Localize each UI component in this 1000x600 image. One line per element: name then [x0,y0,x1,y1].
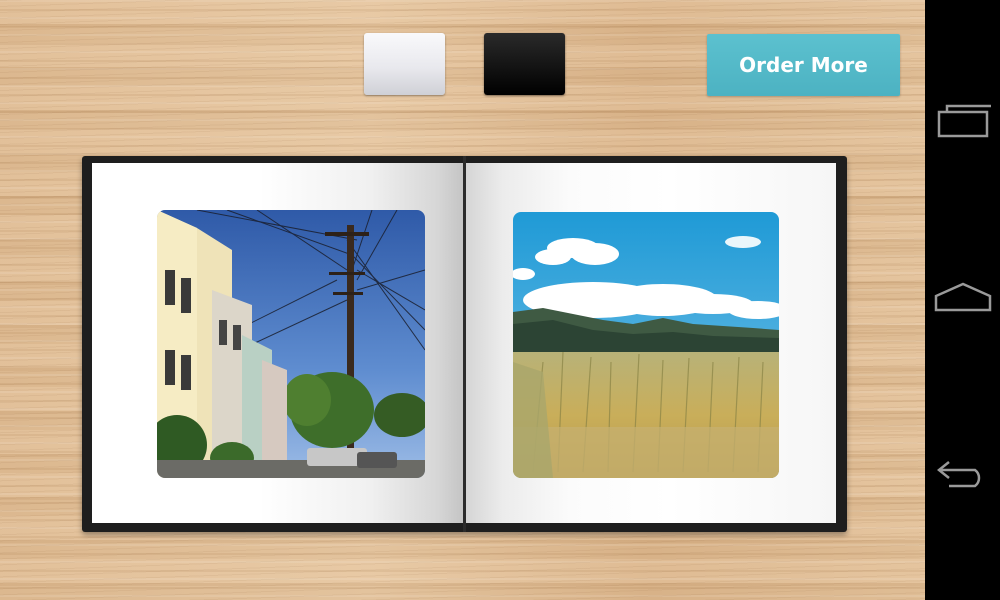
photo-book [82,156,847,532]
left-page [92,163,464,523]
recent-apps-button[interactable] [925,92,1000,152]
photo-book-screen: Order More [0,0,1000,600]
grass-field-photo[interactable] [513,212,779,478]
home-icon [933,280,993,321]
back-button[interactable] [925,444,1000,504]
order-more-button[interactable]: Order More [707,34,900,96]
black-cover-swatch[interactable] [484,33,565,95]
right-page [466,163,836,523]
back-icon [935,454,991,495]
street-photo[interactable] [157,210,425,478]
home-button[interactable] [925,270,1000,330]
android-nav-bar [925,0,1000,600]
recent-apps-icon [935,100,991,145]
white-cover-swatch[interactable] [364,33,445,95]
